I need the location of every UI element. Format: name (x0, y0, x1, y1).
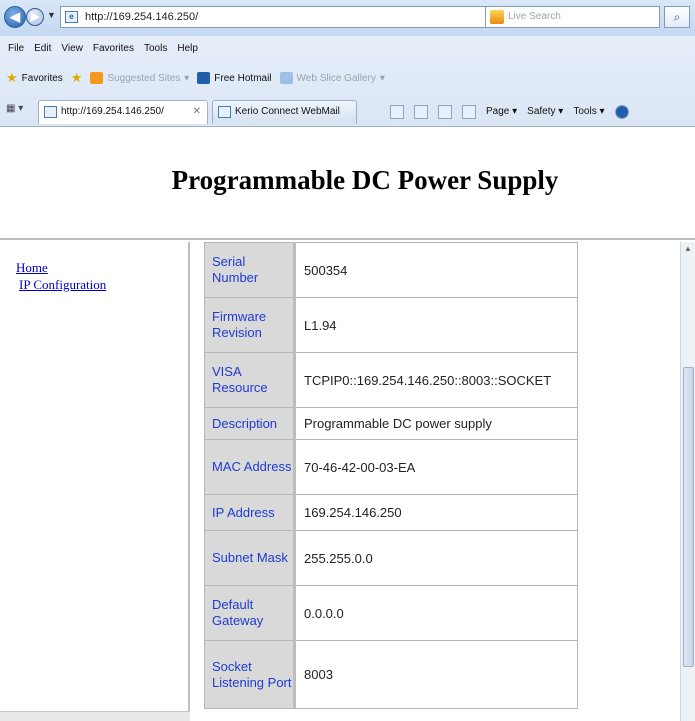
tab-bar: ▦ ▾ http://169.254.146.250/ ✕ Kerio Conn… (0, 96, 695, 126)
navigation-frame: Home IP Configuration (0, 242, 190, 721)
tab-page-icon (44, 106, 57, 118)
tab-device[interactable]: http://169.254.146.250/ ✕ (38, 100, 208, 124)
row-label: VISA Resource (204, 352, 296, 408)
page-title: Programmable DC Power Supply (171, 165, 559, 195)
row-label: Default Gateway (204, 585, 296, 641)
table-row: MAC Address 70-46-42-00-03-EA (204, 439, 578, 495)
command-tools[interactable]: Tools ▾ (573, 102, 604, 122)
favorite-suggested-sites[interactable]: Suggested Sites ▾ (90, 72, 189, 84)
menu-edit[interactable]: Edit (34, 40, 51, 58)
search-placeholder: Live Search (508, 11, 561, 22)
vertical-scrollbar[interactable]: ▲ (680, 242, 695, 721)
row-value: Programmable DC power supply (294, 407, 578, 440)
table-row: VISA Resource TCPIP0::169.254.146.250::8… (204, 352, 578, 408)
table-row: Serial Number 500354 (204, 242, 578, 298)
row-label: Description (204, 407, 296, 440)
row-value: 169.254.146.250 (294, 494, 578, 531)
favorite-web-slice-gallery[interactable]: Web Slice Gallery ▾ (279, 72, 385, 84)
favorite-free-hotmail[interactable]: Free Hotmail (197, 72, 272, 84)
scrollbar-thumb[interactable] (683, 367, 694, 667)
print-icon[interactable] (462, 105, 476, 119)
help-icon[interactable] (614, 105, 629, 119)
hotmail-icon (197, 72, 211, 84)
address-text: http://169.254.146.250/ (85, 11, 199, 23)
menu-bar: File Edit View Favorites Tools Help (0, 40, 695, 58)
row-label: Firmware Revision (204, 297, 296, 353)
web-slice-icon (279, 72, 293, 84)
table-row: Socket Listening Port 8003 (204, 640, 578, 709)
menu-tools[interactable]: Tools (144, 40, 167, 58)
row-value: 255.255.0.0 (294, 530, 578, 586)
favorite-label: Web Slice Gallery (296, 72, 376, 84)
row-label: Socket Listening Port (204, 640, 296, 709)
command-safety[interactable]: Safety ▾ (527, 102, 563, 122)
command-label: Page (486, 106, 510, 117)
live-search-icon (490, 10, 504, 24)
favorite-label: Free Hotmail (214, 72, 272, 84)
row-value: L1.94 (294, 297, 578, 353)
tab-label: http://169.254.146.250/ (61, 106, 164, 117)
suggested-sites-icon (90, 72, 104, 84)
magnifier-icon: ⌕ (673, 10, 681, 24)
menu-favorites[interactable]: Favorites (93, 40, 134, 58)
device-info-table: Serial Number 500354 Firmware Revision L… (204, 242, 578, 709)
forward-button[interactable]: ▶ (26, 8, 44, 26)
menu-view[interactable]: View (61, 40, 83, 58)
row-value: 500354 (294, 242, 578, 298)
nav-link-home[interactable]: Home (16, 260, 48, 276)
menu-file[interactable]: File (8, 40, 24, 58)
history-dropdown-icon[interactable]: ▼ (47, 10, 56, 20)
tab-kerio-webmail[interactable]: Kerio Connect WebMail (212, 100, 357, 124)
row-value: TCPIP0::169.254.146.250::8003::SOCKET (294, 352, 578, 408)
quick-tabs-icon[interactable]: ▦ ▾ (6, 103, 23, 114)
table-row: Default Gateway 0.0.0.0 (204, 585, 578, 641)
feeds-icon[interactable] (414, 105, 428, 119)
command-label: Safety (527, 106, 556, 117)
command-label: Tools (573, 106, 597, 117)
nav-link-ip-configuration[interactable]: IP Configuration (19, 277, 106, 293)
search-button[interactable]: ⌕ (664, 6, 690, 28)
add-favorite-icon[interactable]: ★ (71, 70, 83, 86)
back-arrow-icon: ◀ (10, 9, 20, 24)
home-icon[interactable] (390, 105, 404, 119)
browser-chrome: ◀ ▶ ▼ e http://169.254.146.250/ Live Sea… (0, 0, 695, 127)
row-value: 8003 (294, 640, 578, 709)
favorites-bar: ★ Favorites ★ Suggested Sites ▾ Free Hotm… (0, 66, 695, 90)
search-input[interactable]: Live Search (485, 6, 660, 28)
star-icon: ★ (6, 70, 18, 85)
horizontal-scrollbar[interactable] (0, 711, 190, 721)
header-frame: Programmable DC Power Supply (0, 128, 695, 240)
command-page[interactable]: Page ▾ (486, 102, 517, 122)
back-button[interactable]: ◀ (4, 6, 26, 28)
menu-help[interactable]: Help (177, 40, 198, 58)
row-label: IP Address (204, 494, 296, 531)
row-value: 70-46-42-00-03-EA (294, 439, 578, 495)
close-icon[interactable]: ✕ (193, 101, 201, 123)
page-content: Programmable DC Power Supply Home IP Con… (0, 128, 695, 721)
favorites-button[interactable]: ★ Favorites (6, 70, 63, 86)
address-bar[interactable]: e http://169.254.146.250/ (60, 6, 550, 28)
favorites-label: Favorites (21, 72, 63, 84)
command-bar: Page ▾ Safety ▾ Tools ▾ (390, 102, 629, 122)
table-row: IP Address 169.254.146.250 (204, 494, 578, 531)
mail-icon[interactable] (438, 105, 452, 119)
favorite-label: Suggested Sites (107, 72, 181, 84)
row-value: 0.0.0.0 (294, 585, 578, 641)
forward-arrow-icon: ▶ (30, 11, 40, 23)
page-icon: e (65, 11, 78, 23)
table-row: Description Programmable DC power supply (204, 407, 578, 440)
tab-label: Kerio Connect WebMail (235, 106, 340, 117)
scroll-up-icon[interactable]: ▲ (684, 244, 692, 253)
tab-page-icon (218, 106, 231, 118)
table-row: Subnet Mask 255.255.0.0 (204, 530, 578, 586)
table-row: Firmware Revision L1.94 (204, 297, 578, 353)
address-row: ◀ ▶ ▼ e http://169.254.146.250/ Live Sea… (0, 0, 695, 36)
content-frame: Serial Number 500354 Firmware Revision L… (192, 242, 695, 721)
row-label: Subnet Mask (204, 530, 296, 586)
row-label: MAC Address (204, 439, 296, 495)
row-label: Serial Number (204, 242, 296, 298)
